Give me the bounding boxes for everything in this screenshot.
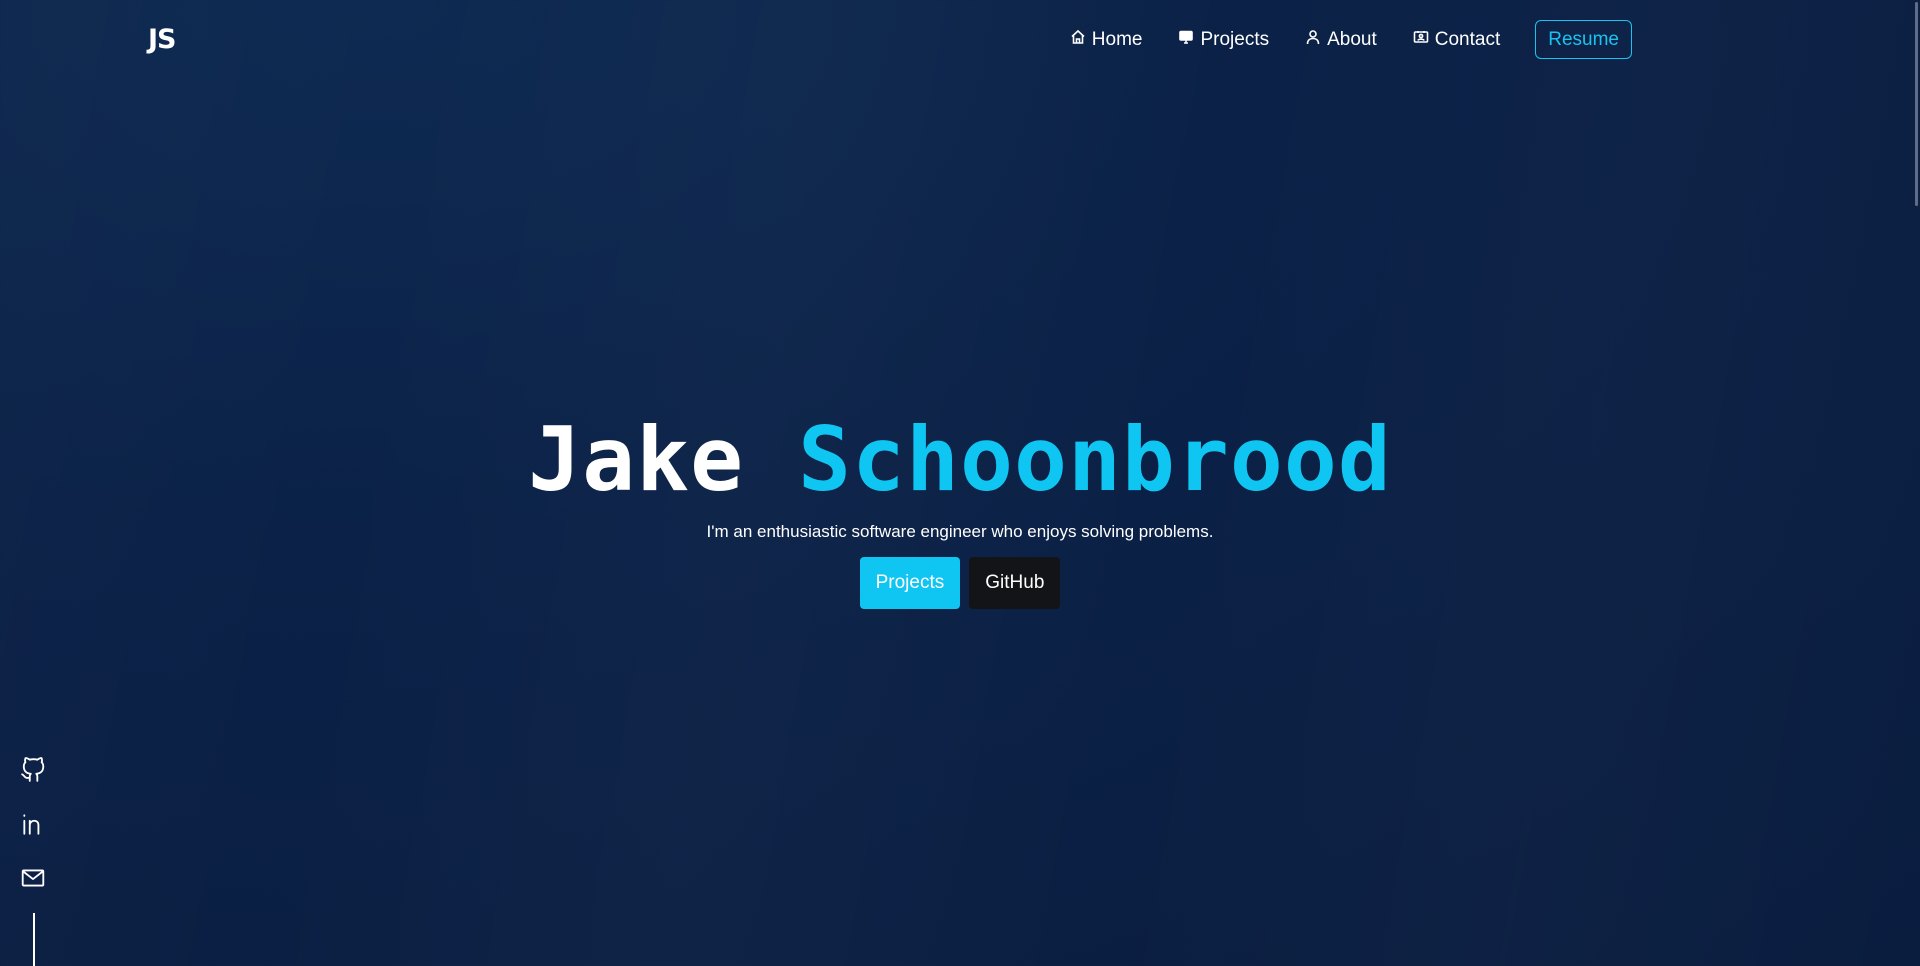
hero-title: Jake Schoonbrood [0, 410, 1920, 510]
nav-links: Home Projects About Contact Resume [1034, 20, 1632, 59]
hero-last-name: Schoonbrood [798, 408, 1392, 511]
hero-buttons: Projects GitHub [0, 557, 1920, 609]
email-link[interactable] [20, 865, 48, 893]
scrollbar-thumb[interactable] [1915, 2, 1918, 206]
navbar: JS Home Projects About Contact Resume [0, 0, 1920, 80]
hero-first-name: Jake [528, 408, 745, 511]
contact-card-icon [1413, 30, 1429, 43]
hero-section: Jake Schoonbrood I'm an enthusiastic sof… [0, 410, 1920, 609]
resume-button[interactable]: Resume [1535, 20, 1632, 59]
mail-icon [21, 869, 45, 887]
home-icon [1071, 29, 1085, 44]
user-icon [1306, 29, 1320, 44]
social-sidebar [20, 757, 48, 966]
nav-projects-label: Projects [1200, 28, 1270, 50]
page-scrollbar[interactable] [1910, 0, 1920, 966]
nav-contact[interactable]: Contact [1413, 29, 1500, 51]
nav-home-label: Home [1091, 28, 1143, 50]
hero-tagline: I'm an enthusiastic software engineer wh… [706, 522, 1214, 541]
monitor-icon [1179, 30, 1194, 44]
social-divider-line [33, 913, 35, 966]
nav-projects[interactable]: Projects [1178, 29, 1269, 51]
nav-contact-label: Contact [1434, 28, 1501, 50]
github-button[interactable]: GitHub [969, 557, 1061, 609]
linkedin-link[interactable] [20, 811, 48, 839]
nav-about-label: About [1327, 28, 1377, 50]
projects-button[interactable]: Projects [859, 557, 961, 609]
nav-about[interactable]: About [1305, 29, 1377, 51]
site-logo[interactable]: JS [148, 24, 176, 55]
nav-home[interactable]: Home [1070, 28, 1143, 51]
github-link[interactable] [20, 757, 48, 785]
github-icon [21, 757, 45, 782]
linkedin-icon [23, 814, 40, 835]
